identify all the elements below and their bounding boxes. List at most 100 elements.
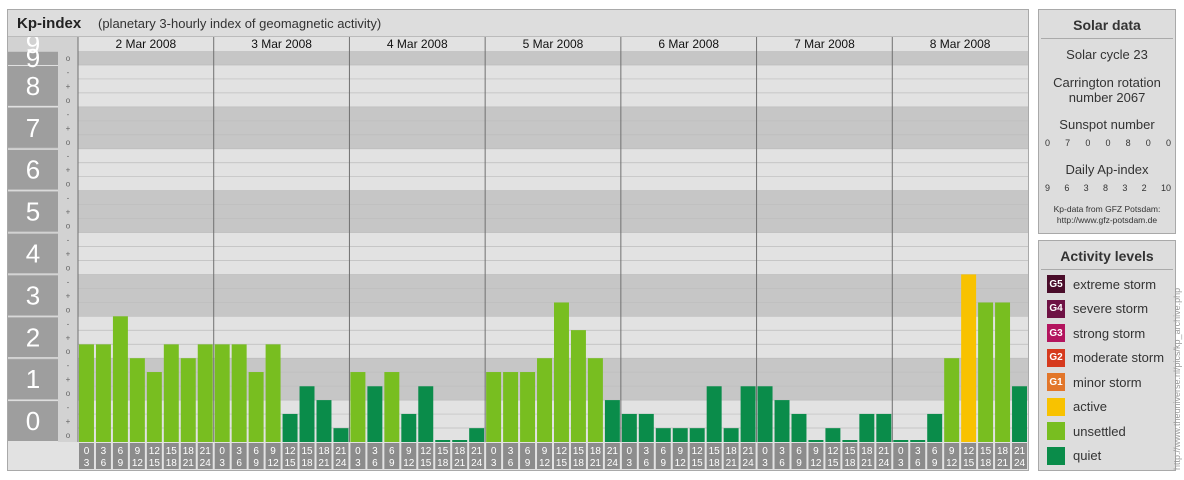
day-label: 4 Mar 2008 bbox=[387, 37, 448, 51]
hour-range-end: 18 bbox=[844, 458, 856, 469]
hour-range-end: 9 bbox=[389, 458, 395, 469]
y-axis-minor-tick: o bbox=[66, 54, 71, 63]
kp-bar bbox=[384, 372, 400, 442]
kp-bar bbox=[995, 302, 1011, 442]
ap-value: 3 bbox=[1122, 183, 1128, 193]
hour-range-end: 9 bbox=[118, 458, 124, 469]
y-axis-minor-tick: - bbox=[67, 319, 70, 328]
hour-range-end: 18 bbox=[980, 458, 992, 469]
y-axis-major-tick: 4 bbox=[26, 238, 40, 268]
hour-range-start: 6 bbox=[389, 446, 395, 457]
hour-range-start: 3 bbox=[915, 446, 921, 457]
kp-bar bbox=[520, 372, 536, 442]
hour-range-end: 9 bbox=[660, 458, 666, 469]
hour-range-start: 15 bbox=[166, 446, 178, 457]
sunspot-value: 0 bbox=[1145, 138, 1151, 148]
sunspot-value: 0 bbox=[1105, 138, 1111, 148]
hour-range-end: 6 bbox=[508, 458, 514, 469]
y-axis-major-tick: 0 bbox=[26, 406, 40, 436]
legend-label: unsettled bbox=[1073, 423, 1126, 439]
y-axis-major-tick: 8 bbox=[26, 71, 40, 101]
legend-item-active: active bbox=[1047, 397, 1107, 417]
hour-range-start: 3 bbox=[101, 446, 107, 457]
kp-bar bbox=[587, 358, 603, 442]
ap-value: 10 bbox=[1160, 183, 1171, 193]
solar-cycle: Solar cycle 23 bbox=[1066, 47, 1148, 62]
kp-bar bbox=[112, 316, 128, 442]
y-axis-minor-tick: + bbox=[66, 291, 71, 300]
day-label: 3 Mar 2008 bbox=[251, 37, 312, 51]
hour-range-start: 3 bbox=[372, 446, 378, 457]
kp-bar bbox=[554, 302, 569, 442]
kp-bar bbox=[299, 386, 315, 442]
hour-range-start: 12 bbox=[149, 446, 161, 457]
hour-range-start: 12 bbox=[420, 446, 432, 457]
y-axis-major-tick: 5 bbox=[26, 197, 40, 227]
y-axis-minor-tick: - bbox=[67, 110, 70, 119]
hour-range-end: 15 bbox=[556, 458, 568, 469]
kp-bar bbox=[231, 344, 247, 442]
day-label: 2 Mar 2008 bbox=[116, 37, 177, 51]
kp-bar bbox=[435, 440, 451, 442]
ap-value: 9 bbox=[1045, 183, 1051, 193]
hour-range-end: 12 bbox=[268, 458, 280, 469]
hour-range-start: 12 bbox=[692, 446, 704, 457]
legend-swatch bbox=[1047, 446, 1065, 465]
watermark-url: http://www.theuniverse.nl/pics/kp_archiv… bbox=[1172, 287, 1182, 470]
hour-range-end: 6 bbox=[236, 458, 242, 469]
hour-range-start: 18 bbox=[454, 446, 466, 457]
y-axis-minor-tick: o bbox=[66, 305, 71, 314]
kp-bar bbox=[486, 372, 502, 442]
legend-label: severe storm bbox=[1073, 301, 1149, 316]
y-axis-major-tick: 1 bbox=[26, 364, 40, 394]
kp-band bbox=[8, 316, 1028, 359]
hour-range-end: 18 bbox=[437, 458, 449, 469]
legend-label: strong storm bbox=[1073, 325, 1146, 341]
hour-range-start: 0 bbox=[84, 446, 90, 457]
hour-range-start: 9 bbox=[813, 446, 819, 457]
hour-range-end: 12 bbox=[132, 458, 144, 469]
hour-range-start: 21 bbox=[1014, 446, 1026, 457]
hour-range-start: 0 bbox=[898, 446, 904, 457]
y-axis-minor-tick: + bbox=[66, 166, 71, 175]
kp-bar bbox=[825, 428, 841, 442]
kp-bar bbox=[876, 413, 892, 442]
hour-range-start: 3 bbox=[508, 446, 514, 457]
kp-bar bbox=[910, 440, 926, 442]
day-label: 8 Mar 2008 bbox=[930, 37, 991, 51]
kp-bar-chart: 01234567899o+-o+-o+-o+-o+-o+-o+-o+-o+-o2… bbox=[8, 37, 1028, 470]
hour-range-start: 0 bbox=[355, 446, 361, 457]
hour-range-end: 6 bbox=[779, 458, 785, 469]
kp-bar bbox=[1012, 386, 1027, 442]
hour-range-start: 0 bbox=[627, 446, 633, 457]
kp-bar bbox=[672, 428, 688, 442]
kp-bar bbox=[197, 344, 213, 442]
kp-bar bbox=[893, 440, 909, 442]
hour-range-start: 21 bbox=[471, 446, 483, 457]
chart-title-bar: Kp-index (planetary 3-hourly index of ge… bbox=[8, 10, 1028, 37]
kp-bar bbox=[604, 400, 620, 442]
activity-levels-panel: Activity levels G5 extreme storm G4 seve… bbox=[1038, 240, 1176, 471]
activity-levels-title: Activity levels bbox=[1060, 248, 1154, 264]
hour-range-start: 21 bbox=[200, 446, 212, 457]
hour-range-start: 21 bbox=[335, 446, 347, 457]
y-axis-minor-tick: - bbox=[67, 277, 70, 286]
hour-range-end: 9 bbox=[525, 458, 531, 469]
legend-swatch: G1 bbox=[1047, 373, 1065, 391]
hour-range-start: 18 bbox=[590, 446, 602, 457]
y-axis-minor-tick: - bbox=[67, 152, 70, 161]
day-label: 5 Mar 2008 bbox=[523, 37, 584, 51]
y-axis-minor-tick: + bbox=[66, 124, 71, 133]
hour-range-end: 15 bbox=[827, 458, 839, 469]
hour-range-end: 12 bbox=[675, 458, 687, 469]
hour-range-end: 18 bbox=[166, 458, 178, 469]
y-axis-minor-tick: - bbox=[67, 236, 70, 245]
y-axis-minor-tick: + bbox=[66, 417, 71, 426]
hour-range-start: 15 bbox=[437, 446, 449, 457]
hour-range-end: 3 bbox=[491, 458, 497, 469]
y-axis-major-tick: 9 bbox=[26, 43, 40, 73]
kp-bar bbox=[180, 358, 196, 442]
data-source-link[interactable]: http://www.gfz-potsdam.de bbox=[1039, 215, 1175, 226]
hour-range-start: 15 bbox=[844, 446, 856, 457]
hour-range-start: 18 bbox=[997, 446, 1009, 457]
